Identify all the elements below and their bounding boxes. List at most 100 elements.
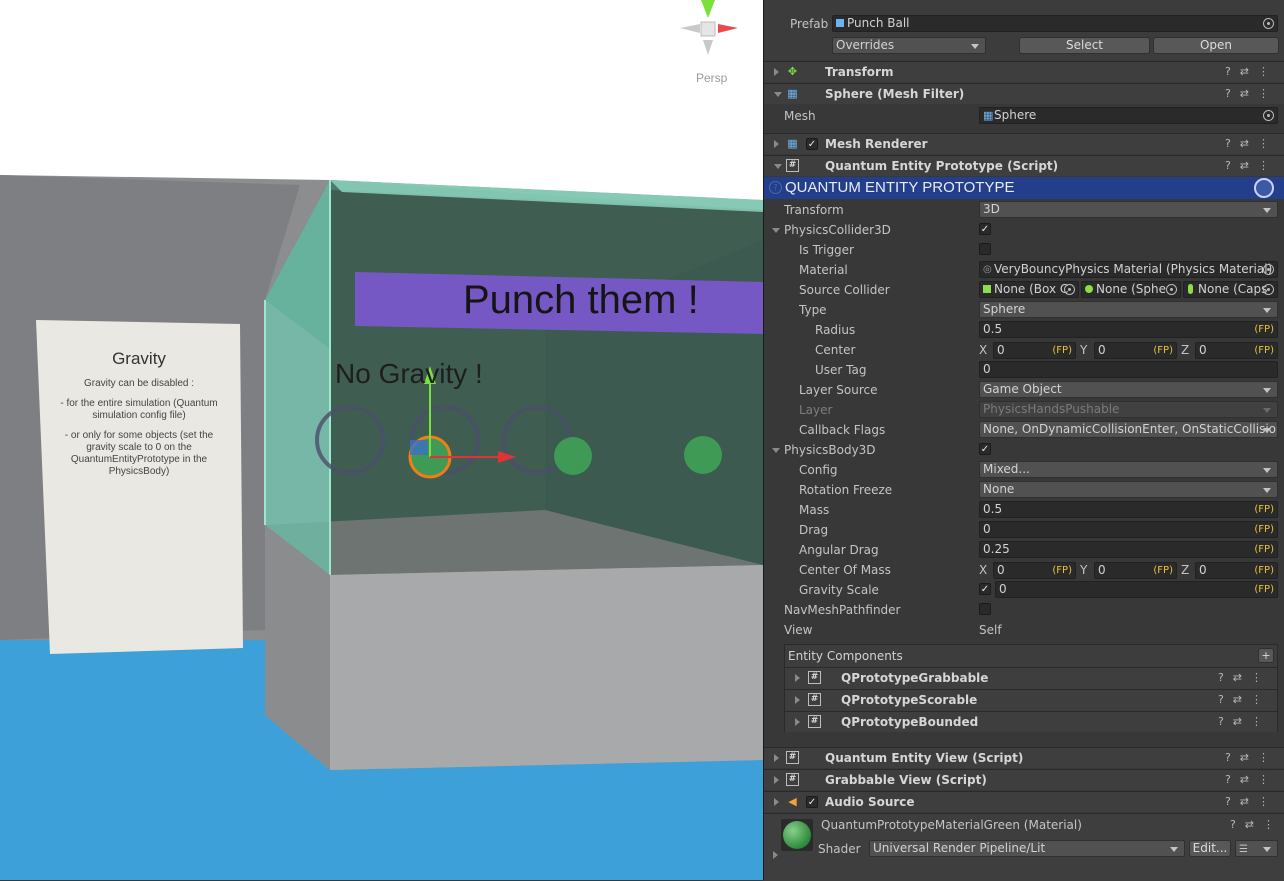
transform-component-header[interactable]: ✥ Transform ?⇄⋮ <box>764 61 1284 82</box>
center-z-value: 0 <box>1199 343 1207 357</box>
gravity-scale-field[interactable]: 0 (FP) <box>995 581 1278 598</box>
mesh-renderer-enabled-checkbox[interactable]: ✓ <box>806 138 818 150</box>
drag-field[interactable]: 0 (FP) <box>979 521 1278 538</box>
component-menu-icons[interactable]: ?⇄⋮ <box>1225 137 1278 150</box>
prefab-field[interactable]: Punch Ball <box>832 15 1278 32</box>
foldout-arrow-icon[interactable] <box>774 164 782 169</box>
angular-drag-field[interactable]: 0.25 (FP) <box>979 541 1278 558</box>
source-capsule-collider-field[interactable]: None (Caps <box>1183 281 1278 298</box>
rotation-freeze-dropdown[interactable]: None <box>979 481 1278 498</box>
foldout-arrow-icon[interactable] <box>774 140 779 148</box>
transform-mode-dropdown[interactable]: 3D <box>979 201 1278 218</box>
foldout-arrow-icon[interactable] <box>795 674 800 682</box>
entity-component-row[interactable]: # QPrototypeBounded ?⇄⋮ <box>785 711 1277 732</box>
axis-x-label: X <box>979 343 988 357</box>
layer-source-dropdown[interactable]: Game Object <box>979 381 1278 398</box>
shader-options-dropdown[interactable]: ☰ <box>1235 840 1278 857</box>
grabbable-view-component-header[interactable]: # Grabbable View (Script) ?⇄⋮ <box>764 769 1284 790</box>
shader-label: Shader <box>818 842 861 856</box>
angular-drag-value: 0.25 <box>983 542 1010 556</box>
navmesh-pathfinder-checkbox[interactable] <box>979 603 991 615</box>
view-gizmo-label[interactable]: Persp <box>696 71 727 85</box>
component-menu-icons[interactable]: ?⇄⋮ <box>1225 159 1278 172</box>
entity-component-row[interactable]: # QPrototypeScorable ?⇄⋮ <box>785 689 1277 711</box>
center-y-field[interactable]: Y 0 (FP) <box>1080 341 1177 359</box>
source-sphere-collider-field[interactable]: None (Sphe <box>1081 281 1181 298</box>
is-trigger-checkbox[interactable] <box>979 243 991 255</box>
foldout-arrow-icon[interactable] <box>795 696 800 704</box>
foldout-arrow-icon[interactable] <box>773 851 778 859</box>
audio-source-enabled-checkbox[interactable]: ✓ <box>806 796 818 808</box>
radius-field[interactable]: 0.5 (FP) <box>979 321 1278 338</box>
com-z-field[interactable]: Z 0 (FP) <box>1181 561 1278 579</box>
object-picker-icon[interactable] <box>1263 18 1274 29</box>
foldout-arrow-icon[interactable] <box>774 776 779 784</box>
physics-material-value: VeryBouncyPhysics Material (Physics Mate… <box>994 262 1273 276</box>
no-gravity-text: No Gravity ! <box>335 358 483 389</box>
entity-component-row[interactable]: # QPrototypeGrabbable ?⇄⋮ <box>785 667 1277 689</box>
config-dropdown[interactable]: Mixed... <box>979 461 1278 478</box>
overrides-dropdown[interactable]: Overrides <box>832 37 986 54</box>
object-picker-icon[interactable] <box>1263 284 1274 295</box>
select-button[interactable]: Select <box>1019 37 1150 54</box>
open-button[interactable]: Open <box>1153 37 1279 54</box>
center-x-field[interactable]: X 0 (FP) <box>979 341 1076 359</box>
center-z-field[interactable]: Z 0 (FP) <box>1181 341 1278 359</box>
component-menu-icons[interactable]: ?⇄⋮ <box>1218 715 1271 728</box>
shader-value: Universal Render Pipeline/Lit <box>873 841 1046 855</box>
foldout-arrow-icon[interactable] <box>772 228 780 233</box>
foldout-arrow-icon[interactable] <box>774 798 779 806</box>
user-tag-field[interactable]: 0 <box>979 361 1278 378</box>
physics-body-checkbox[interactable]: ✓ <box>979 443 991 455</box>
foldout-arrow-icon[interactable] <box>774 754 779 762</box>
edit-shader-button[interactable]: Edit... <box>1189 840 1231 857</box>
script-icon: # <box>808 715 821 728</box>
component-menu-icons[interactable]: ?⇄⋮ <box>1230 818 1283 831</box>
object-picker-icon[interactable] <box>1064 284 1075 295</box>
foldout-arrow-icon[interactable] <box>795 718 800 726</box>
physics-material-field[interactable]: ◎ VeryBouncyPhysics Material (Physics Ma… <box>979 261 1278 278</box>
component-menu-icons[interactable]: ?⇄⋮ <box>1225 751 1278 764</box>
physics-material-icon: ◎ <box>983 264 992 275</box>
material-section: QuantumPrototypeMaterialGreen (Material)… <box>764 813 1284 881</box>
component-title: Sphere (Mesh Filter) <box>825 87 965 101</box>
add-entity-component-button[interactable]: + <box>1258 648 1274 663</box>
com-y-field[interactable]: Y 0 (FP) <box>1080 561 1177 579</box>
source-box-collider-field[interactable]: None (Box C <box>979 281 1079 298</box>
mass-field[interactable]: 0.5 (FP) <box>979 501 1278 518</box>
collider-type-dropdown[interactable]: Sphere <box>979 301 1278 318</box>
mesh-filter-component-header[interactable]: ▦ Sphere (Mesh Filter) ?⇄⋮ <box>764 83 1284 104</box>
com-x-field[interactable]: X 0 (FP) <box>979 561 1076 579</box>
object-picker-icon[interactable] <box>1166 284 1177 295</box>
transform-mode-label: Transform <box>784 203 844 217</box>
mesh-renderer-component-header[interactable]: ▦ ✓ Mesh Renderer ?⇄⋮ <box>764 133 1284 154</box>
chevron-down-icon <box>1170 847 1178 852</box>
qep-script-component-header[interactable]: # Quantum Entity Prototype (Script) ?⇄⋮ <box>764 155 1284 176</box>
prefab-label: Prefab <box>790 17 829 31</box>
physics-collider-checkbox[interactable]: ✓ <box>979 223 991 235</box>
foldout-arrow-icon[interactable] <box>774 68 779 76</box>
shader-dropdown[interactable]: Universal Render Pipeline/Lit <box>869 840 1185 857</box>
foldout-arrow-icon[interactable] <box>774 92 782 97</box>
component-menu-icons[interactable]: ?⇄⋮ <box>1218 693 1271 706</box>
component-menu-icons[interactable]: ?⇄⋮ <box>1218 671 1271 684</box>
mesh-field[interactable]: ▦ Sphere <box>979 107 1278 124</box>
component-menu-icons[interactable]: ?⇄⋮ <box>1225 87 1278 100</box>
gravity-scale-checkbox[interactable]: ✓ <box>979 583 991 595</box>
scene-view[interactable]: Persp Punch them ! No Gravity ! Gravity … <box>0 0 763 880</box>
mesh-renderer-icon: ▦ <box>787 137 798 150</box>
object-picker-icon[interactable] <box>1263 110 1274 121</box>
com-y-value: 0 <box>1098 563 1106 577</box>
audio-source-component-header[interactable]: ◀ ✓ Audio Source ?⇄⋮ <box>764 791 1284 812</box>
mesh-label: Mesh <box>784 109 816 123</box>
help-circle-icon[interactable]: ? <box>769 181 782 194</box>
component-menu-icons[interactable]: ?⇄⋮ <box>1225 65 1278 78</box>
axis-y-label: Y <box>1080 563 1088 577</box>
callback-flags-dropdown[interactable]: None, OnDynamicCollisionEnter, OnStaticC… <box>979 421 1278 438</box>
object-picker-icon[interactable] <box>1263 264 1274 275</box>
component-menu-icons[interactable]: ?⇄⋮ <box>1225 773 1278 786</box>
capsule-collider-icon <box>1188 284 1193 294</box>
quantum-entity-view-component-header[interactable]: # Quantum Entity View (Script) ?⇄⋮ <box>764 747 1284 768</box>
foldout-arrow-icon[interactable] <box>772 448 780 453</box>
component-menu-icons[interactable]: ?⇄⋮ <box>1225 795 1278 808</box>
